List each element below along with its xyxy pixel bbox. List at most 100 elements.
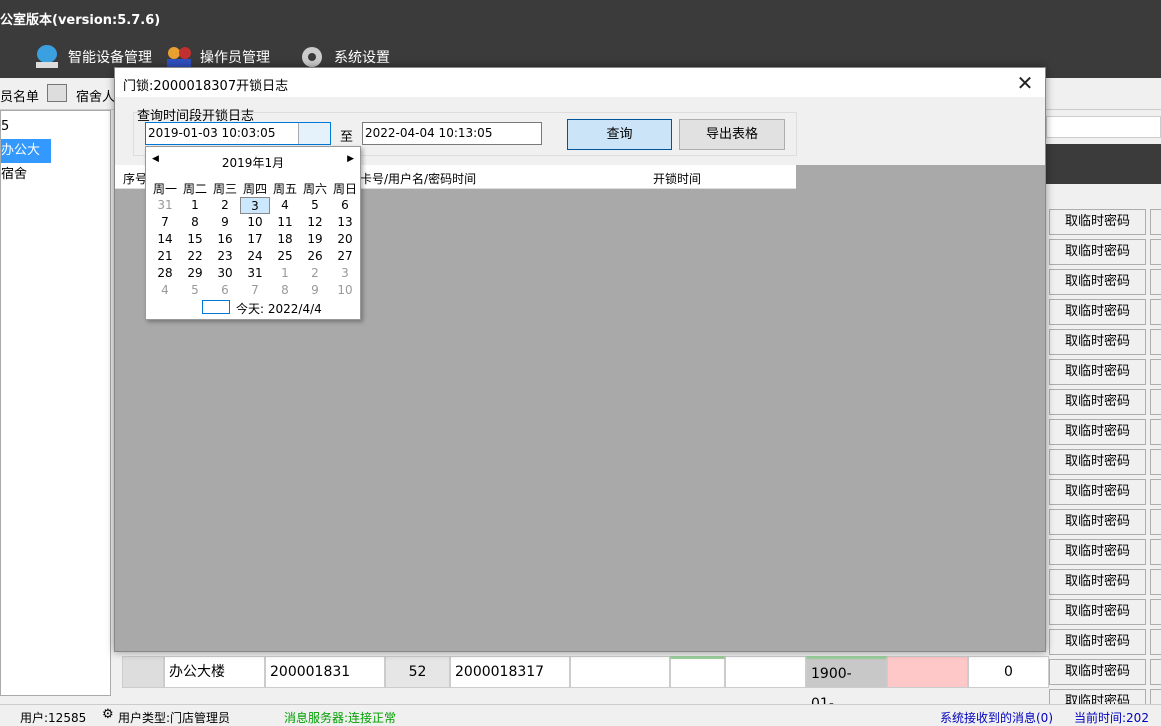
calendar-day[interactable]: 9 bbox=[300, 282, 330, 299]
temp-password-button[interactable]: 取临时密码 bbox=[1049, 479, 1146, 505]
calendar-dropdown-icon[interactable] bbox=[509, 123, 541, 144]
row-action-stub[interactable] bbox=[1150, 599, 1161, 625]
calendar-day[interactable]: 29 bbox=[180, 265, 210, 282]
calendar-day[interactable]: 28 bbox=[150, 265, 180, 282]
calendar-day[interactable]: 17 bbox=[240, 231, 270, 248]
tree-item[interactable]: 宿舍 bbox=[1, 163, 110, 187]
calendar-day[interactable]: 11 bbox=[270, 214, 300, 231]
calendar-day[interactable]: 1 bbox=[180, 197, 210, 214]
calendar-day[interactable]: 7 bbox=[150, 214, 180, 231]
cell-num: 52 bbox=[385, 656, 450, 688]
building-tree[interactable]: 5 办公大楼 宿舍 bbox=[0, 110, 111, 696]
calendar-day[interactable]: 6 bbox=[210, 282, 240, 299]
row-action-stub[interactable] bbox=[1150, 659, 1161, 685]
calendar-day[interactable]: 3 bbox=[330, 265, 360, 282]
to-date-picker[interactable]: 2022-04-04 10:13:05 bbox=[362, 122, 542, 145]
tab-dorm[interactable]: 宿舍人 bbox=[76, 86, 115, 105]
temp-password-button[interactable]: 取临时密码 bbox=[1049, 419, 1146, 445]
next-month-icon[interactable]: ▶ bbox=[347, 154, 354, 164]
row-action-stub[interactable] bbox=[1150, 539, 1161, 565]
calendar-day[interactable]: 30 bbox=[210, 265, 240, 282]
tab-staff-list[interactable]: 员名单 bbox=[0, 86, 39, 105]
calendar-day[interactable]: 2 bbox=[210, 197, 240, 214]
calendar-day[interactable]: 7 bbox=[240, 282, 270, 299]
row-action-stub[interactable] bbox=[1150, 629, 1161, 655]
temp-password-button[interactable]: 取临时密码 bbox=[1049, 569, 1146, 595]
temp-password-button[interactable]: 取临时密码 bbox=[1049, 299, 1146, 325]
calendar-day[interactable]: 9 bbox=[210, 214, 240, 231]
export-button[interactable]: 导出表格 bbox=[679, 119, 785, 150]
calendar-day[interactable]: 4 bbox=[150, 282, 180, 299]
calendar-day[interactable]: 25 bbox=[270, 248, 300, 265]
from-date-picker[interactable]: 2019-01-03 10:03:05 bbox=[145, 122, 331, 145]
calendar-day[interactable]: 5 bbox=[180, 282, 210, 299]
calendar-day[interactable]: 23 bbox=[210, 248, 240, 265]
row-action-stub[interactable] bbox=[1150, 359, 1161, 385]
temp-password-button[interactable]: 取临时密码 bbox=[1049, 599, 1146, 625]
calendar-day[interactable]: 8 bbox=[180, 214, 210, 231]
query-button[interactable]: 查询 bbox=[567, 119, 672, 150]
row-action-stub[interactable] bbox=[1150, 509, 1161, 535]
calendar-day[interactable]: 15 bbox=[180, 231, 210, 248]
calendar-day[interactable]: 31 bbox=[240, 265, 270, 282]
tree-item[interactable]: 5 bbox=[1, 115, 110, 139]
calendar-day[interactable]: 2 bbox=[300, 265, 330, 282]
calendar-day[interactable]: 1 bbox=[270, 265, 300, 282]
today-label[interactable]: 今天: 2022/4/4 bbox=[236, 300, 322, 317]
calendar-day[interactable]: 16 bbox=[210, 231, 240, 248]
row-action-stub[interactable] bbox=[1150, 269, 1161, 295]
calendar-day[interactable]: 20 bbox=[330, 231, 360, 248]
calendar-day[interactable]: 4 bbox=[270, 197, 300, 214]
status-time: 当前时间:202 bbox=[1074, 711, 1149, 725]
calendar-day[interactable]: 13 bbox=[330, 214, 360, 231]
calendar-day[interactable]: 3 bbox=[240, 197, 270, 214]
temp-password-button[interactable]: 取临时密码 bbox=[1049, 389, 1146, 415]
temp-password-button[interactable]: 取临时密码 bbox=[1049, 269, 1146, 295]
temp-password-button[interactable]: 取临时密码 bbox=[1049, 509, 1146, 535]
calendar-day[interactable]: 22 bbox=[180, 248, 210, 265]
calendar-day[interactable]: 18 bbox=[270, 231, 300, 248]
calendar-day[interactable]: 27 bbox=[330, 248, 360, 265]
temp-password-button[interactable]: 取临时密码 bbox=[1049, 209, 1146, 235]
row-action-stub[interactable] bbox=[1150, 569, 1161, 595]
calendar-day[interactable]: 31 bbox=[150, 197, 180, 214]
dialog-title: 门锁:2000018307开锁日志 bbox=[115, 68, 1045, 97]
dorm-icon bbox=[47, 84, 67, 102]
row-action-stub[interactable] bbox=[1150, 329, 1161, 355]
row-action-stub[interactable] bbox=[1150, 389, 1161, 415]
toolbar-settings-label: 系统设置 bbox=[334, 50, 390, 66]
calendar-dropdown-icon[interactable] bbox=[298, 123, 330, 144]
calendar-day[interactable]: 24 bbox=[240, 248, 270, 265]
calendar-day[interactable]: 19 bbox=[300, 231, 330, 248]
temp-password-button[interactable]: 取临时密码 bbox=[1049, 659, 1146, 685]
temp-password-button[interactable]: 取临时密码 bbox=[1049, 359, 1146, 385]
calendar-day[interactable]: 5 bbox=[300, 197, 330, 214]
calendar-day[interactable]: 10 bbox=[240, 214, 270, 231]
prev-month-icon[interactable]: ◀ bbox=[152, 154, 159, 164]
row-action-stub[interactable] bbox=[1150, 449, 1161, 475]
row-action-stub[interactable] bbox=[1150, 209, 1161, 235]
calendar-day[interactable]: 12 bbox=[300, 214, 330, 231]
status-user-type: 用户类型:门店管理员 bbox=[118, 711, 231, 725]
calendar-day[interactable]: 8 bbox=[270, 282, 300, 299]
tree-item-selected[interactable]: 办公大楼 bbox=[1, 139, 51, 182]
temp-password-button[interactable]: 取临时密码 bbox=[1049, 629, 1146, 655]
row-action-stub[interactable] bbox=[1150, 419, 1161, 445]
calendar-day[interactable]: 26 bbox=[300, 248, 330, 265]
calendar-day[interactable]: 10 bbox=[330, 282, 360, 299]
temp-password-button[interactable]: 取临时密码 bbox=[1049, 539, 1146, 565]
calendar-day[interactable]: 14 bbox=[150, 231, 180, 248]
temp-password-button[interactable]: 取临时密码 bbox=[1049, 239, 1146, 265]
calendar-day[interactable]: 6 bbox=[330, 197, 360, 214]
row-action-stub[interactable] bbox=[1150, 479, 1161, 505]
row-action-stub[interactable] bbox=[1150, 239, 1161, 265]
close-icon[interactable]: ✕ bbox=[1013, 71, 1037, 95]
calendar-day[interactable]: 21 bbox=[150, 248, 180, 265]
temp-password-button[interactable]: 取临时密码 bbox=[1049, 329, 1146, 355]
right-input[interactable] bbox=[1046, 116, 1161, 138]
temp-password-button[interactable]: 取临时密码 bbox=[1049, 449, 1146, 475]
weekday-label: 周二 bbox=[182, 182, 207, 196]
row-action-stub[interactable] bbox=[1150, 299, 1161, 325]
from-date-value: 2019-01-03 10:03:05 bbox=[148, 126, 276, 140]
app-title: 公室版本(version:5.7.6) bbox=[0, 13, 161, 28]
